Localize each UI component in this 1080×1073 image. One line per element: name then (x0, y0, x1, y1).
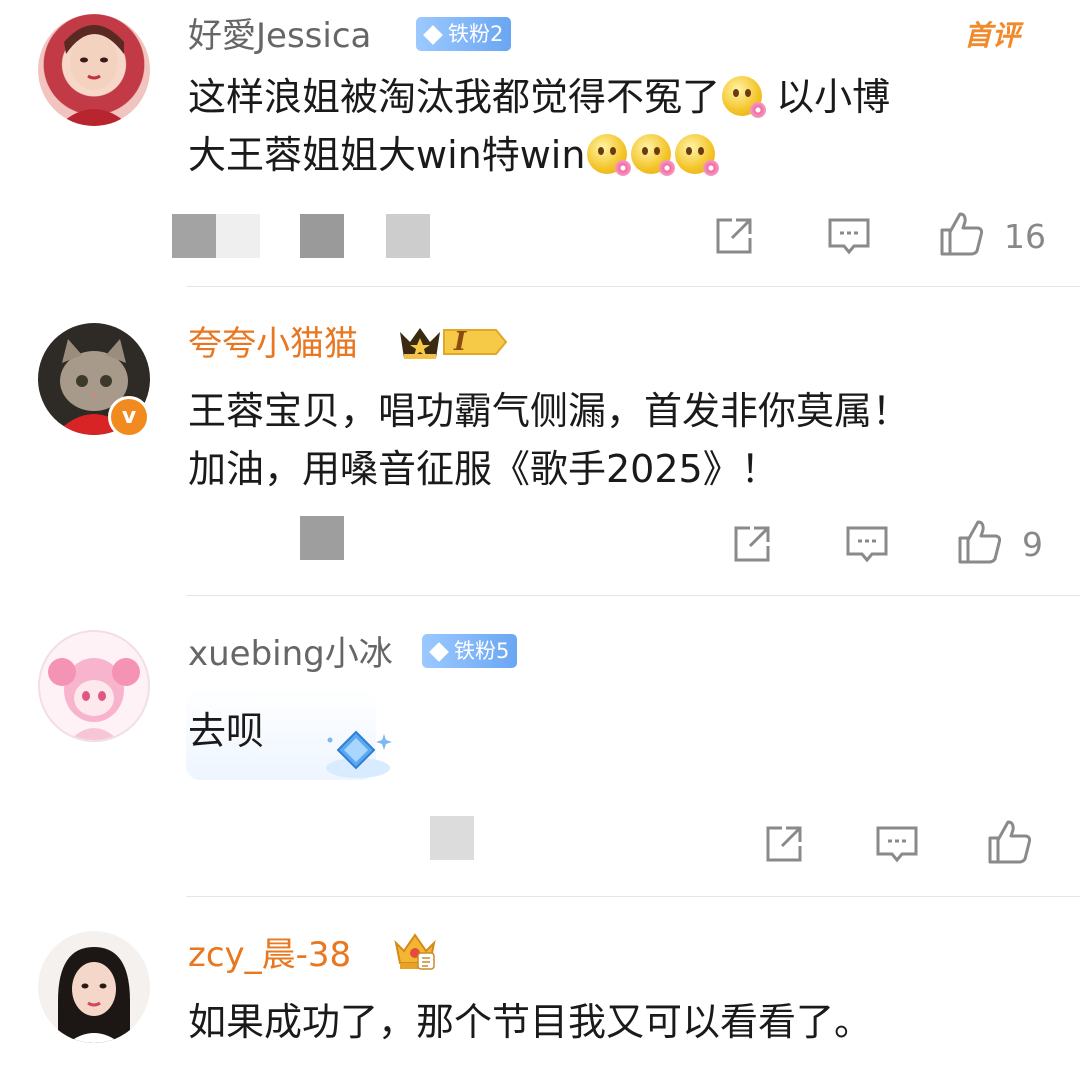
avatar[interactable] (38, 14, 150, 126)
avatar-image (58, 25, 130, 126)
share-icon[interactable] (762, 822, 806, 866)
fan-badge[interactable]: 铁粉5 (422, 634, 518, 668)
comment-text: 去呗 (188, 709, 265, 753)
first-comment-tag: 首评 (964, 19, 1021, 52)
crown-icon (400, 328, 508, 359)
comment-icon[interactable] (826, 214, 872, 258)
avatar-image (58, 947, 130, 1043)
comment-icon[interactable] (874, 822, 920, 866)
like-count: 16 (1004, 217, 1046, 256)
flower-face-emoji-icon (675, 134, 720, 176)
comment-icon[interactable] (844, 522, 890, 566)
comment-text: 这样浪姐被淘汰我都觉得不冤了 以小博 大王蓉姐姐大win特win (188, 75, 891, 177)
comment-item: v 夸夸小猫猫 I 王蓉宝贝，唱功霸气侧漏，首发非你莫属！ 加油，用嗓音征服《歌… (0, 290, 1080, 595)
blurred-image[interactable] (430, 816, 474, 860)
vip-crown-badge[interactable]: I (396, 322, 508, 362)
username[interactable]: 好愛Jessica (188, 16, 371, 56)
verified-v-icon: v (108, 396, 150, 438)
diamond-sparkle-icon (326, 730, 392, 778)
blurred-image[interactable] (386, 214, 430, 258)
blurred-image[interactable] (300, 214, 344, 258)
share-icon[interactable] (730, 522, 774, 566)
blurred-image[interactable] (216, 214, 260, 258)
crown-badge-icon[interactable] (392, 927, 438, 973)
username[interactable]: 夸夸小猫猫 (188, 324, 358, 364)
like-count: 9 (1022, 525, 1043, 564)
like-icon[interactable] (956, 518, 1004, 566)
like-icon[interactable] (986, 818, 1034, 866)
divider (186, 286, 1080, 287)
comment-item: 好愛Jessica 铁粉2 首评 这样浪姐被淘汰我都觉得不冤了 以小博 大王蓉姐… (0, 0, 1080, 290)
comment-item: zcy_晨-38 如果成功了，那个节目我又可以看看了。 (0, 897, 1080, 1073)
comment-item: xuebing小冰 铁粉5 去呗 (0, 596, 1080, 896)
comment-text: 王蓉宝贝，唱功霸气侧漏，首发非你莫属！ 加油，用嗓音征服《歌手2025》！ (188, 389, 911, 491)
username[interactable]: xuebing小冰 (188, 634, 393, 674)
blurred-image[interactable] (172, 214, 216, 258)
username[interactable]: zcy_晨-38 (188, 935, 351, 975)
share-icon[interactable] (712, 214, 756, 258)
diamond-icon (429, 642, 449, 662)
avatar[interactable] (38, 630, 150, 742)
avatar-image (48, 658, 140, 740)
flower-face-emoji-icon (631, 134, 676, 176)
flower-face-emoji-icon (722, 76, 767, 118)
diamond-icon (423, 25, 443, 45)
avatar[interactable] (38, 931, 150, 1043)
like-icon[interactable] (938, 210, 986, 258)
flower-face-emoji-icon (587, 134, 632, 176)
comment-text: 如果成功了，那个节目我又可以看看了。 (188, 1000, 873, 1044)
blurred-image[interactable] (300, 516, 344, 560)
fan-badge[interactable]: 铁粉2 (416, 17, 512, 51)
